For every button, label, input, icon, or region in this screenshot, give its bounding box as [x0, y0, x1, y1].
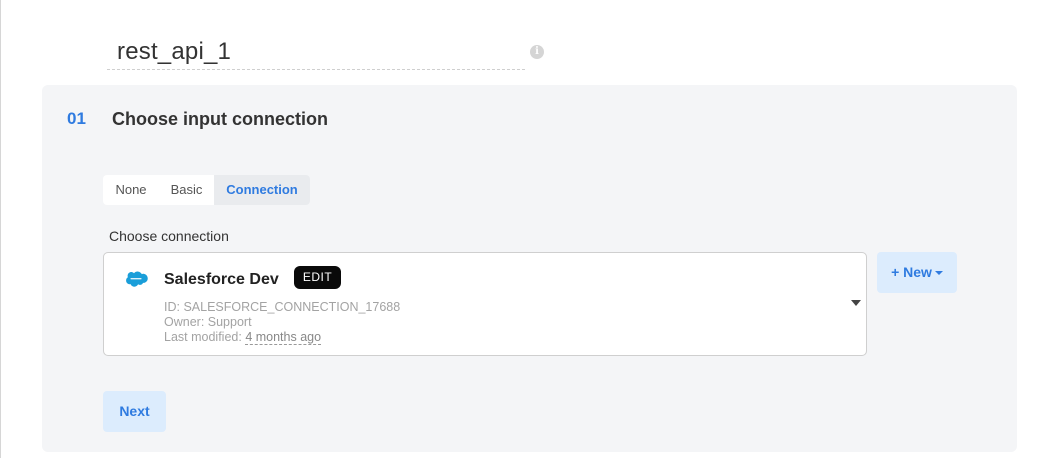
page: rest_api_1 i 01 Choose input connection …: [0, 0, 1054, 458]
edit-connection-button[interactable]: EDIT: [294, 266, 341, 289]
step-number: 01: [67, 109, 86, 128]
salesforce-icon: [126, 271, 148, 287]
connection-select[interactable]: Salesforce Dev EDIT ID: SALESFORCE_CONNE…: [103, 252, 867, 356]
connection-last-modified: Last modified: 4 months ago: [164, 330, 322, 345]
tab-basic[interactable]: Basic: [159, 175, 214, 205]
auth-type-tabs: None Basic Connection: [103, 175, 310, 205]
new-connection-button[interactable]: + New: [877, 252, 957, 293]
choose-connection-label: Choose connection: [109, 228, 229, 244]
info-icon[interactable]: i: [530, 45, 544, 59]
connection-name: Salesforce Dev: [164, 271, 279, 288]
step-title: Choose input connection: [112, 109, 328, 129]
tab-none[interactable]: None: [103, 175, 159, 205]
name-input[interactable]: rest_api_1: [107, 34, 525, 70]
name-input-value[interactable]: rest_api_1: [117, 38, 231, 66]
last-modified-label: Last modified:: [164, 330, 242, 344]
chevron-down-icon: [934, 271, 943, 276]
tab-connection[interactable]: Connection: [214, 175, 310, 205]
next-button[interactable]: Next: [103, 391, 166, 432]
connection-id: ID: SALESFORCE_CONNECTION_17688: [164, 300, 401, 314]
new-connection-label: + New: [891, 264, 932, 280]
connection-owner: Owner: Support: [164, 315, 252, 329]
caret-down-icon[interactable]: [851, 300, 861, 306]
last-modified-value[interactable]: 4 months ago: [245, 330, 322, 345]
